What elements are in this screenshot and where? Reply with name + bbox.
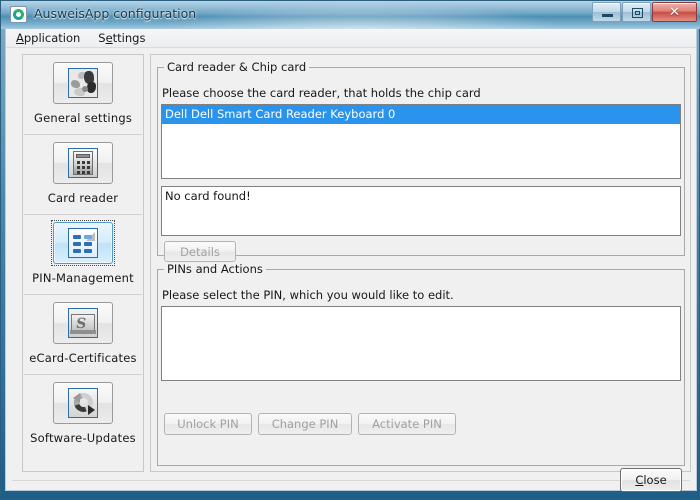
- sidebar-item-general-settings-button[interactable]: [53, 62, 113, 104]
- change-pin-button[interactable]: Change PIN: [258, 413, 352, 435]
- ausweisapp-ring-icon: [10, 6, 27, 23]
- footer-bar: Close: [6, 462, 696, 492]
- sidebar-item-card-reader-label: Card reader: [47, 191, 119, 205]
- sidebar-item-card-reader-button[interactable]: [53, 142, 113, 184]
- card-reader-hint: Please choose the card reader, that hold…: [162, 86, 481, 100]
- pins-group-legend: PINs and Actions: [167, 262, 263, 276]
- application-window: AusweisApp configuration ✕ Application S…: [0, 0, 700, 500]
- menu-settings-mnemonic: e: [105, 31, 113, 45]
- window-title: AusweisApp configuration: [34, 6, 197, 21]
- card-reader-listbox[interactable]: Dell Dell Smart Card Reader Keyboard 0: [161, 104, 681, 179]
- sidebar-item-pin-management-label: PIN-Management: [32, 271, 134, 285]
- card-status-text: No card found!: [165, 189, 251, 203]
- sidebar-item-general-settings-label: General settings: [33, 111, 133, 125]
- menu-settings[interactable]: Settings: [96, 30, 147, 46]
- menu-application-rest: pplication: [23, 31, 81, 45]
- settings-pane: Card reader & Chip card Please choose th…: [150, 54, 691, 472]
- card-reader-group: Card reader & Chip card Please choose th…: [157, 60, 685, 262]
- sidebar-item-software-updates-label: Software-Updates: [30, 431, 136, 445]
- pins-and-actions-group: PINs and Actions Please select the PIN, …: [157, 262, 685, 466]
- menu-application[interactable]: Application: [14, 30, 82, 46]
- sidebar-item-software-updates-button[interactable]: [53, 382, 113, 424]
- pin-listbox[interactable]: [161, 306, 681, 381]
- close-window-button[interactable]: ✕: [652, 2, 697, 22]
- close-button-mnemonic: C: [635, 473, 644, 487]
- sidebar-item-ecard-certificates-label: eCard-Certificates: [29, 351, 137, 365]
- maximize-button[interactable]: [622, 2, 651, 22]
- client-area: Application Settings General settings Ca…: [5, 29, 697, 492]
- sidebar-item-software-updates[interactable]: Software-Updates: [24, 375, 142, 455]
- window-controls: ✕: [591, 2, 697, 23]
- refresh-arrows-icon: [68, 388, 98, 418]
- close-icon: ✕: [669, 4, 680, 20]
- pin-select-hint: Please select the PIN, which you would l…: [162, 288, 454, 302]
- world-map-icon: [68, 68, 98, 98]
- list-item[interactable]: Dell Dell Smart Card Reader Keyboard 0: [162, 105, 680, 124]
- details-button[interactable]: Details: [164, 241, 236, 262]
- titlebar-gloss: [151, 1, 571, 29]
- sidebar-item-ecard-certificates-button[interactable]: S: [53, 302, 113, 344]
- card-reader-device-icon: [68, 148, 98, 178]
- minimize-button[interactable]: [592, 2, 621, 22]
- minimize-icon: [602, 14, 613, 17]
- unlock-pin-button[interactable]: Unlock PIN: [164, 413, 252, 435]
- close-button-rest: lose: [643, 473, 667, 487]
- body-area: General settings Card reader PIN-Managem…: [6, 48, 696, 489]
- menu-settings-prefix: S: [98, 31, 106, 45]
- menu-bar: Application Settings: [6, 29, 696, 48]
- sidebar-item-pin-management[interactable]: PIN-Management: [24, 215, 142, 295]
- certificate-seal-icon: S: [68, 308, 98, 338]
- card-reader-group-legend: Card reader & Chip card: [167, 60, 307, 74]
- sidebar-item-card-reader[interactable]: Card reader: [24, 135, 142, 215]
- pin-keypad-icon: [68, 228, 98, 258]
- card-status-box: No card found!: [161, 186, 681, 236]
- sidebar-item-general-settings[interactable]: General settings: [24, 55, 142, 135]
- activate-pin-button[interactable]: Activate PIN: [358, 413, 456, 435]
- title-bar[interactable]: AusweisApp configuration ✕: [1, 1, 700, 29]
- menu-settings-rest: ttings: [112, 31, 146, 45]
- menu-application-mnemonic: A: [16, 31, 24, 45]
- sidebar: General settings Card reader PIN-Managem…: [22, 54, 144, 472]
- sidebar-item-pin-management-button[interactable]: [51, 220, 115, 266]
- maximize-icon: [632, 8, 643, 18]
- close-button[interactable]: Close: [620, 468, 682, 492]
- sidebar-item-ecard-certificates[interactable]: S eCard-Certificates: [24, 295, 142, 375]
